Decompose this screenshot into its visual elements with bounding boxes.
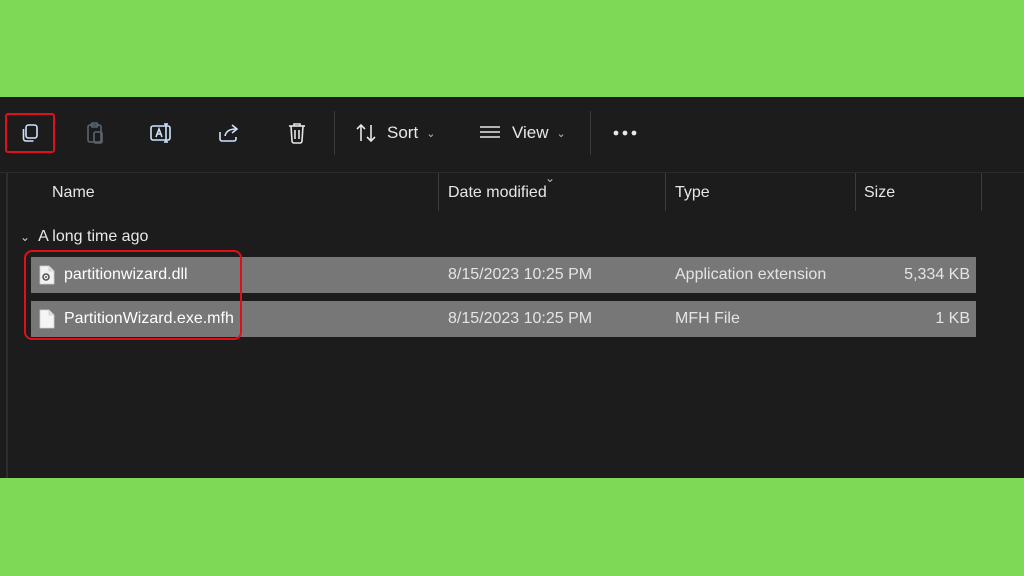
sort-icon xyxy=(355,122,377,144)
column-divider[interactable] xyxy=(855,173,856,211)
column-divider[interactable] xyxy=(981,173,982,211)
chevron-down-icon: ⌄ xyxy=(426,127,436,140)
file-size: 1 KB xyxy=(935,310,970,327)
annotation-highlight-box xyxy=(24,250,242,340)
view-button[interactable]: View ⌄ xyxy=(478,113,573,153)
column-header-name[interactable]: Name xyxy=(52,173,95,213)
column-header-row: Name ⌄ Date modified Type Size xyxy=(0,171,1024,213)
more-icon xyxy=(612,129,638,137)
sort-label: Sort xyxy=(387,123,419,142)
group-label: A long time ago xyxy=(38,228,149,245)
view-label: View xyxy=(512,123,549,142)
group-header[interactable]: ⌄ A long time ago xyxy=(20,225,148,249)
command-bar: Sort ⌄ View ⌄ xyxy=(0,97,1024,173)
more-options-button[interactable] xyxy=(610,113,640,153)
rename-button[interactable] xyxy=(147,113,177,153)
paste-button[interactable] xyxy=(80,113,110,153)
delete-button[interactable] xyxy=(282,113,312,153)
paste-icon xyxy=(84,121,106,145)
file-type: MFH File xyxy=(675,310,740,327)
chevron-down-icon: ⌄ xyxy=(20,230,31,244)
toolbar-divider xyxy=(590,111,591,155)
copy-icon xyxy=(19,122,41,144)
file-date-modified: 8/15/2023 10:25 PM xyxy=(448,266,593,283)
share-icon xyxy=(217,122,241,144)
trash-icon xyxy=(286,121,308,145)
toolbar-divider xyxy=(334,111,335,155)
column-header-size[interactable]: Size xyxy=(864,173,895,213)
file-explorer-window: Sort ⌄ View ⌄ Name ⌄ Date modified Type … xyxy=(0,97,1024,478)
column-header-type[interactable]: Type xyxy=(675,173,710,213)
file-type: Application extension xyxy=(675,266,827,283)
share-button[interactable] xyxy=(214,113,244,153)
navigation-pane-edge[interactable] xyxy=(6,173,8,478)
chevron-down-icon: ⌄ xyxy=(556,127,566,140)
copy-button[interactable] xyxy=(5,113,55,153)
column-header-date-modified[interactable]: Date modified xyxy=(448,173,547,213)
sort-button[interactable]: Sort ⌄ xyxy=(355,113,445,153)
column-divider[interactable] xyxy=(665,173,666,211)
file-size: 5,334 KB xyxy=(904,266,970,283)
view-icon xyxy=(478,123,502,143)
file-date-modified: 8/15/2023 10:25 PM xyxy=(448,310,593,327)
rename-icon xyxy=(149,122,175,144)
column-divider[interactable] xyxy=(438,173,439,211)
